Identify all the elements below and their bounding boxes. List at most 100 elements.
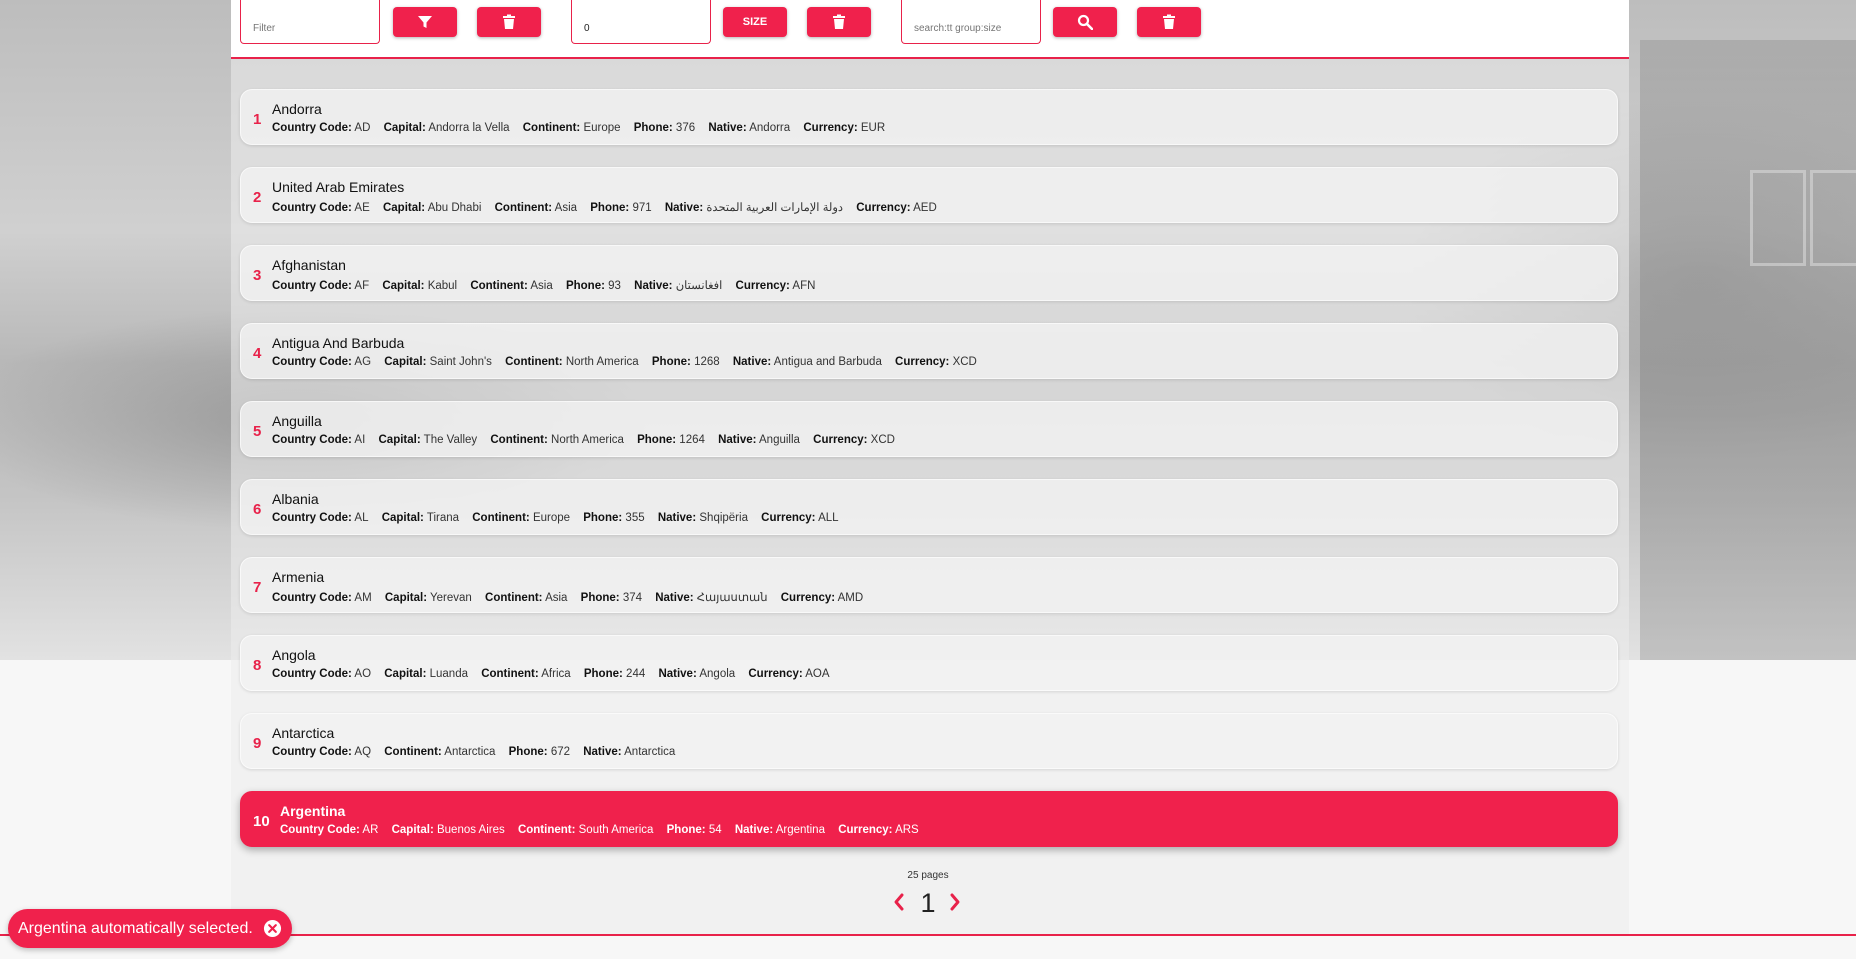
- country-card[interactable]: 3 Afghanistan Country Code: AF Capital: Ka…: [240, 245, 1618, 301]
- field-label: Continent:: [494, 202, 553, 214]
- close-circle-icon[interactable]: [263, 919, 282, 938]
- field-value: EUR: [860, 122, 886, 134]
- field-value: Anguilla: [759, 434, 800, 446]
- field-label: Native:: [658, 668, 697, 680]
- chevron-right-icon[interactable]: [946, 890, 964, 914]
- field-value: Abu Dhabi: [427, 202, 482, 214]
- field-label: Capital:: [384, 356, 427, 368]
- clear-size-button[interactable]: [807, 7, 871, 37]
- field-value: 672: [550, 746, 571, 758]
- field-label: Country Code:: [272, 122, 352, 134]
- field-label: Currency:: [895, 356, 950, 368]
- field-label: Phone:: [508, 746, 548, 758]
- field-value: 1268: [694, 356, 720, 368]
- field-value: AFN: [792, 280, 816, 292]
- country-name: Afghanistan: [272, 257, 346, 273]
- field-label: Country Code:: [272, 512, 352, 524]
- country-index: 4: [253, 345, 262, 362]
- country-card[interactable]: 1 Andorra Country Code: AD Capital: Andorr…: [240, 89, 1618, 145]
- field-value: Africa: [541, 668, 571, 680]
- country-card[interactable]: 9 Antarctica Country Code: AQ Continent: A…: [240, 713, 1618, 769]
- field-value: AQ: [354, 746, 372, 758]
- country-index: 5: [253, 423, 262, 440]
- country-card[interactable]: 6 Albania Country Code: AL Capital: Tirana…: [240, 479, 1618, 535]
- country-details: Country Code: AG Capital: Saint John's C…: [272, 356, 987, 368]
- search-button[interactable]: [1053, 7, 1117, 37]
- country-name: Antigua And Barbuda: [272, 335, 405, 351]
- country-details: Country Code: AE Capital: Abu Dhabi Cont…: [272, 200, 947, 214]
- field-label: Phone:: [633, 122, 673, 134]
- pages-count: 25 pages: [907, 870, 949, 881]
- field-label: Currency:: [803, 122, 858, 134]
- size-button[interactable]: SIZE: [723, 7, 787, 37]
- filter-input[interactable]: [240, 0, 380, 44]
- trash-icon: [1163, 14, 1175, 29]
- country-details: Country Code: AF Capital: Kabul Continen…: [272, 278, 825, 292]
- country-card[interactable]: 2 United Arab Emirates Country Code: AE Ca…: [240, 167, 1618, 223]
- field-label: Capital:: [391, 824, 434, 836]
- country-card[interactable]: 10 Argentina Country Code: AR Capital: Bue…: [240, 791, 1618, 847]
- field-label: Capital:: [384, 592, 428, 604]
- field-label: Continent:: [490, 434, 548, 446]
- field-label: Phone:: [651, 356, 691, 368]
- country-index: 9: [253, 735, 262, 752]
- field-label: Continent:: [472, 512, 530, 524]
- field-value: Andorra la Vella: [428, 122, 510, 134]
- field-label: Phone:: [590, 202, 630, 214]
- field-value: Argentina: [775, 824, 825, 836]
- field-value: Tirana: [426, 512, 460, 524]
- clear-filter-button[interactable]: [477, 7, 541, 37]
- field-value: AE: [354, 202, 370, 214]
- field-label: Native:: [657, 512, 697, 524]
- country-card[interactable]: 8 Angola Country Code: AO Capital: Luanda …: [240, 635, 1618, 691]
- country-index: 10: [253, 813, 270, 830]
- search-input[interactable]: [901, 0, 1041, 44]
- field-value: South America: [578, 824, 654, 836]
- country-details: Country Code: AO Capital: Luanda Contine…: [272, 668, 840, 680]
- country-details: Country Code: AR Capital: Buenos Aires C…: [280, 824, 929, 836]
- field-label: Native:: [664, 202, 704, 214]
- field-label: Phone:: [565, 280, 605, 292]
- field-label: Native:: [708, 122, 747, 134]
- field-value: AG: [354, 356, 372, 368]
- country-card[interactable]: 5 Anguilla Country Code: AI Capital: The V…: [240, 401, 1618, 457]
- background-house: [1640, 40, 1856, 660]
- field-label: Native:: [655, 592, 694, 604]
- field-label: Country Code:: [280, 824, 360, 836]
- toolbar: SIZE: [231, 0, 1629, 59]
- clear-search-button[interactable]: [1137, 7, 1201, 37]
- field-value: ARS: [895, 824, 919, 836]
- field-value: XCD: [952, 356, 977, 368]
- current-page: 1: [920, 888, 936, 918]
- field-label: Currency:: [813, 434, 868, 446]
- field-label: Phone:: [583, 512, 623, 524]
- field-label: Native:: [583, 746, 622, 758]
- field-label: Currency:: [735, 280, 790, 292]
- country-details: Country Code: AI Capital: The Valley Con…: [272, 434, 905, 446]
- country-index: 1: [253, 111, 262, 128]
- field-value: North America: [565, 356, 639, 368]
- field-label: Phone:: [666, 824, 706, 836]
- field-value: 244: [626, 668, 646, 680]
- field-label: Capital:: [382, 202, 426, 214]
- field-label: Native:: [734, 824, 774, 836]
- field-value: Luanda: [429, 668, 468, 680]
- field-value: Asia: [530, 280, 553, 292]
- field-value: AF: [354, 280, 370, 292]
- chevron-left-icon[interactable]: [890, 890, 908, 914]
- trash-icon: [833, 14, 845, 29]
- country-index: 7: [253, 579, 262, 596]
- country-card[interactable]: 4 Antigua And Barbuda Country Code: AG Cap…: [240, 323, 1618, 379]
- filter-button[interactable]: [393, 7, 457, 37]
- size-input[interactable]: [571, 0, 711, 44]
- country-name: United Arab Emirates: [272, 179, 405, 195]
- field-value: 971: [632, 202, 652, 214]
- field-value: دولة الإمارات العربية المتحدة: [706, 202, 844, 214]
- country-card[interactable]: 7 Armenia Country Code: AM Capital: Yereva…: [240, 557, 1618, 613]
- field-value: 355: [625, 512, 645, 524]
- field-value: AO: [354, 668, 372, 680]
- country-name: Anguilla: [272, 413, 322, 429]
- field-label: Phone:: [580, 592, 620, 604]
- trash-icon: [503, 14, 515, 29]
- field-label: Currency:: [780, 592, 836, 604]
